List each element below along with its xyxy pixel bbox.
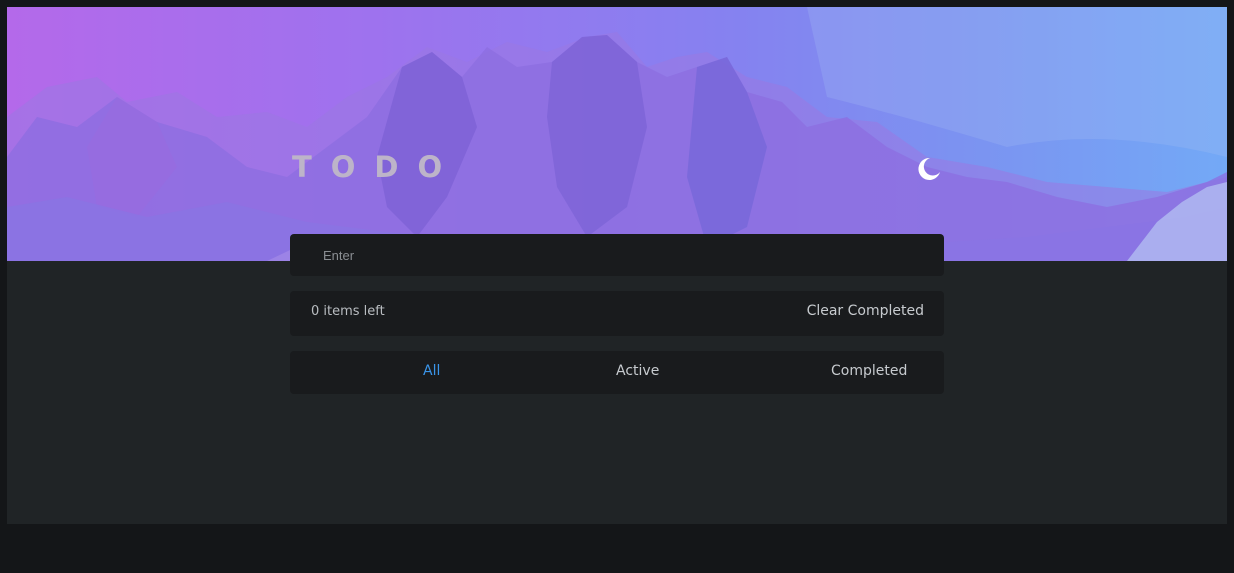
items-left-count: 0 items left bbox=[311, 304, 385, 319]
filter-bar: All Active Completed bbox=[290, 351, 944, 394]
app-title: TODO bbox=[292, 150, 462, 184]
new-todo-panel bbox=[290, 234, 944, 276]
filter-all-tab[interactable]: All bbox=[423, 363, 440, 379]
mountain-background-image bbox=[7, 7, 1227, 261]
filter-completed-tab[interactable]: Completed bbox=[831, 363, 907, 379]
new-todo-input[interactable] bbox=[290, 234, 944, 276]
theme-toggle-button[interactable] bbox=[915, 155, 943, 183]
header-banner: TODO bbox=[7, 7, 1227, 261]
clear-completed-button[interactable]: Clear Completed bbox=[807, 303, 924, 319]
filter-active-tab[interactable]: Active bbox=[616, 363, 659, 379]
moon-icon bbox=[918, 157, 940, 180]
status-panel: 0 items left Clear Completed bbox=[290, 291, 944, 336]
app-frame: TODO 0 items left Clear Completed All Ac… bbox=[7, 7, 1227, 524]
